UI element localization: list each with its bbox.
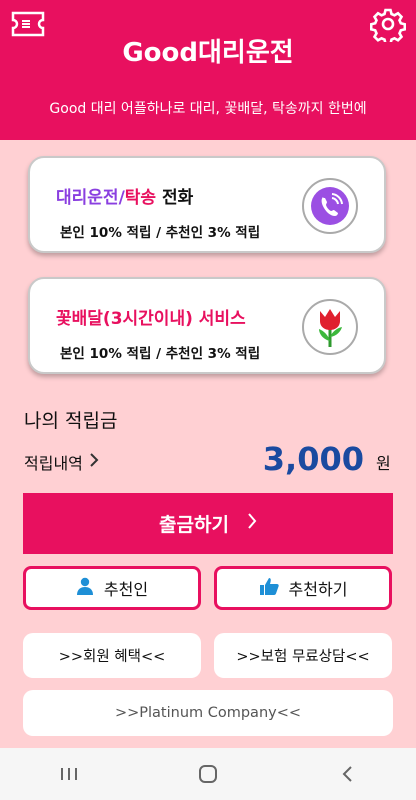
recommender-label: 추천인 (103, 580, 149, 599)
app-header: Good대리운전 Good 대리 어플하나로 대리, 꽃배달, 탁송까지 한번에 (0, 0, 416, 140)
driver-call-subtitle: 본인 10% 적립 / 추천인 3% 적립 (60, 225, 261, 241)
phone-icon (302, 178, 358, 234)
flower-delivery-subtitle: 본인 10% 적립 / 추천인 3% 적립 (60, 346, 261, 362)
app-title: Good대리운전 (122, 38, 294, 68)
savings-history-label: 적립내역 (24, 454, 83, 473)
chevron-right-icon (89, 452, 99, 472)
title-delivery: 탁송 (124, 188, 157, 208)
tulip-icon (302, 299, 358, 355)
driver-call-card[interactable]: 대리운전/탁송 전화 본인 10% 적립 / 추천인 3% 적립 (28, 156, 386, 253)
flower-delivery-card[interactable]: 꽃배달(3시간이내) 서비스 본인 10% 적립 / 추천인 3% 적립 (28, 277, 386, 374)
gear-icon[interactable] (369, 6, 407, 45)
savings-amount: 3,000 (262, 440, 364, 478)
recommend-button[interactable]: 추천하기 (214, 566, 392, 610)
platinum-company-button[interactable]: >>Platinum Company<< (23, 690, 393, 736)
back-icon[interactable] (317, 748, 377, 800)
currency-unit: 원 (376, 454, 391, 473)
insurance-consult-button[interactable]: >>보험 무료상담<< (214, 633, 392, 678)
chevron-right-icon (247, 512, 257, 535)
thumbs-up-icon (259, 577, 279, 599)
app-subtitle: Good 대리 어플하나로 대리, 꽃배달, 탁송까지 한번에 (49, 101, 367, 117)
savings-history-link[interactable]: 적립내역 (24, 450, 99, 474)
withdraw-button[interactable]: 출금하기 (23, 493, 393, 554)
person-icon (76, 577, 94, 599)
title-driver: 대리운전 (56, 188, 119, 208)
savings-label: 나의 적립금 (24, 410, 118, 432)
system-nav-bar (0, 748, 416, 800)
recommender-button[interactable]: 추천인 (23, 566, 201, 610)
driver-call-title: 대리운전/탁송 전화 (56, 183, 193, 208)
withdraw-label: 출금하기 (159, 514, 229, 536)
recommend-label: 추천하기 (288, 580, 348, 599)
title-call: 전화 (156, 188, 194, 208)
home-icon[interactable] (178, 748, 238, 800)
member-benefits-button[interactable]: >>회원 혜택<< (23, 633, 201, 678)
recent-apps-icon[interactable] (39, 748, 99, 800)
flower-delivery-title: 꽃배달(3시간이내) 서비스 (56, 309, 246, 329)
